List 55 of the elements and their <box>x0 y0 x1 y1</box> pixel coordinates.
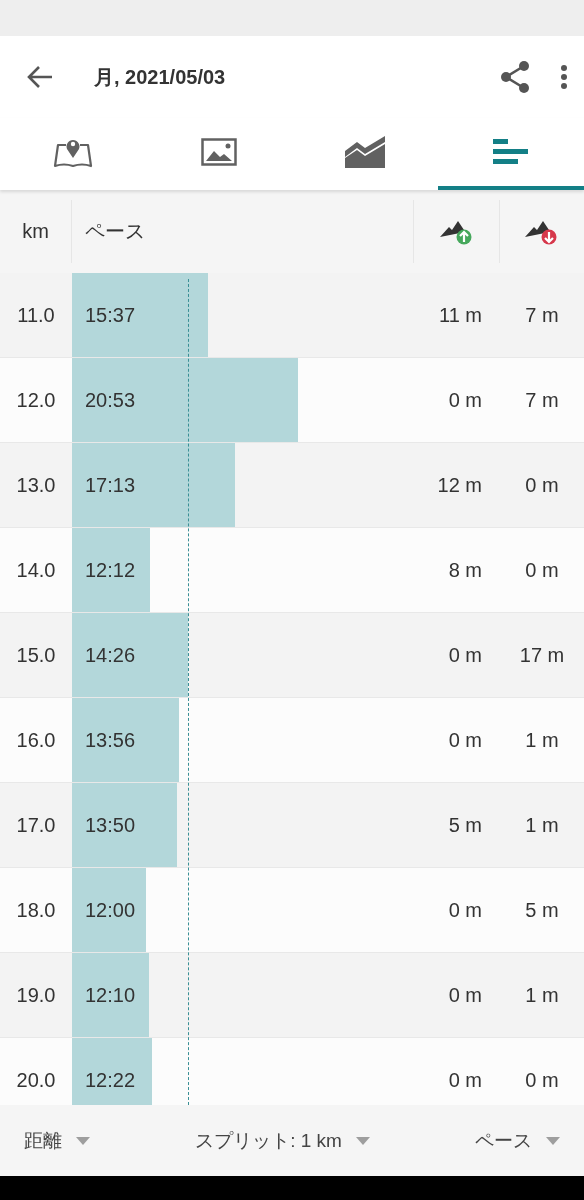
descent-cell: 0 m <box>525 473 559 497</box>
dropdown[interactable]: スプリット: 1 km <box>195 1127 370 1154</box>
pace-cell-text: 15:37 <box>84 303 136 327</box>
distance-cell: 11.0 <box>17 303 55 327</box>
distance-cell: 18.0 <box>16 898 56 922</box>
pace-cell-text: 20:53 <box>84 388 136 412</box>
area-chart-icon <box>345 136 385 168</box>
ascent-cell: 0 m <box>448 898 482 922</box>
dropdown[interactable]: 距離 <box>24 1127 90 1154</box>
image-icon <box>201 138 237 166</box>
ascent-cell: 0 m <box>448 728 482 752</box>
ascent-cell: 0 m <box>448 1068 482 1092</box>
ascent-cell: 5 m <box>448 813 482 837</box>
bar-list-icon <box>493 138 529 166</box>
pace-cell-text: 17:13 <box>84 473 136 497</box>
descent-cell: 1 m <box>525 728 559 752</box>
ascent-cell: 0 m <box>448 643 482 667</box>
ascent-cell: 0 m <box>448 983 482 1007</box>
pace-cell-text: 13:50 <box>84 813 136 837</box>
descent-cell: 7 m <box>525 388 559 412</box>
descent-cell: 1 m <box>525 983 559 1007</box>
back-icon[interactable] <box>26 65 54 89</box>
descent-cell: 7 m <box>525 303 559 327</box>
ascent-cell: 8 m <box>448 558 482 582</box>
descent-cell: 0 m <box>525 1068 559 1092</box>
pace-cell-text: 12:00 <box>84 898 136 922</box>
column-header: km <box>22 220 49 243</box>
distance-cell: 19.0 <box>16 983 56 1007</box>
share-icon[interactable] <box>500 60 530 94</box>
descent-cell: 5 m <box>525 898 559 922</box>
descent-cell: 1 m <box>525 813 559 837</box>
pace-cell-text: 13:56 <box>84 728 136 752</box>
pace-cell-text: 12:10 <box>84 983 136 1007</box>
descent-cell: 0 m <box>525 558 559 582</box>
pace-cell-text: 12:12 <box>84 558 136 582</box>
descent-cell: 17 m <box>519 643 565 667</box>
distance-cell: 20.0 <box>16 1068 56 1092</box>
caret-icon <box>355 1136 370 1145</box>
caret-icon <box>76 1136 90 1145</box>
ascent-cell: 0 m <box>448 388 482 412</box>
distance-cell: 15.0 <box>16 643 56 667</box>
ascent-cell: 11 m <box>439 303 482 327</box>
ascent-cell: 12 m <box>437 473 482 497</box>
pace-cell-text: 12:22 <box>84 1068 136 1092</box>
pace-cell-text: 14:26 <box>84 643 136 667</box>
distance-cell: 14.0 <box>16 558 56 582</box>
column-header: ペース <box>85 219 145 244</box>
window-title: 月, 2021/05/03 <box>94 64 227 90</box>
distance-cell: 16.0 <box>16 728 56 752</box>
more-icon[interactable] <box>560 64 568 90</box>
distance-cell: 13.0 <box>16 473 56 497</box>
dropdown[interactable]: ペース <box>475 1127 560 1154</box>
distance-cell: 17.0 <box>16 813 56 837</box>
caret-icon <box>546 1136 560 1145</box>
distance-cell: 12.0 <box>16 388 56 412</box>
